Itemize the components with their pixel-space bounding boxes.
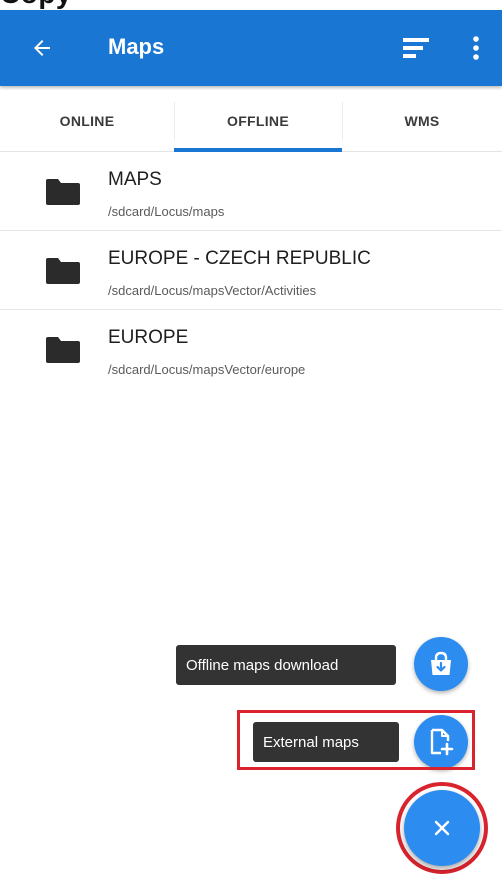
app-bar: Maps: [0, 10, 502, 86]
arrow-left-icon: [34, 40, 50, 56]
tab-wms[interactable]: WMS: [342, 90, 502, 152]
more-options-button[interactable]: [462, 30, 490, 66]
folder-path: /sdcard/Locus/mapsVector/europe: [108, 362, 306, 377]
tab-bar: ONLINE OFFLINE WMS: [0, 90, 502, 152]
offline-maps-download-button[interactable]: [414, 637, 468, 691]
shopping-bag-download-icon: [431, 651, 451, 675]
folder-title: EUROPE - CZECH REPUBLIC: [108, 248, 371, 269]
header-fragment: Copy: [0, 0, 502, 10]
list-item[interactable]: MAPS /sdcard/Locus/maps: [0, 153, 502, 231]
folder-path: /sdcard/Locus/mapsVector/Activities: [108, 283, 317, 298]
tab-online[interactable]: ONLINE: [0, 90, 174, 152]
folder-path: /sdcard/Locus/maps: [108, 204, 225, 219]
close-fab-button[interactable]: [404, 790, 480, 866]
close-icon: [434, 820, 450, 836]
sort-icon: [403, 38, 429, 58]
more-vertical-icon: [473, 36, 479, 60]
folder-title: EUROPE: [108, 327, 189, 348]
external-maps-highlight: [237, 710, 475, 770]
tab-offline[interactable]: OFFLINE: [174, 90, 342, 152]
tab-selected-indicator: [174, 148, 342, 152]
list-item[interactable]: EUROPE /sdcard/Locus/mapsVector/europe: [0, 311, 502, 389]
folder-icon: [46, 179, 80, 205]
header-fragment-text: Copy: [0, 0, 72, 10]
folder-icon: [46, 337, 80, 363]
list-item[interactable]: EUROPE - CZECH REPUBLIC /sdcard/Locus/ma…: [0, 232, 502, 310]
folder-icon: [46, 258, 80, 284]
sort-button[interactable]: [396, 30, 436, 66]
offline-maps-download-label[interactable]: Offline maps download: [176, 645, 396, 685]
folder-title: MAPS: [108, 169, 162, 190]
back-button[interactable]: [24, 30, 60, 66]
page-title: Maps: [108, 34, 165, 59]
